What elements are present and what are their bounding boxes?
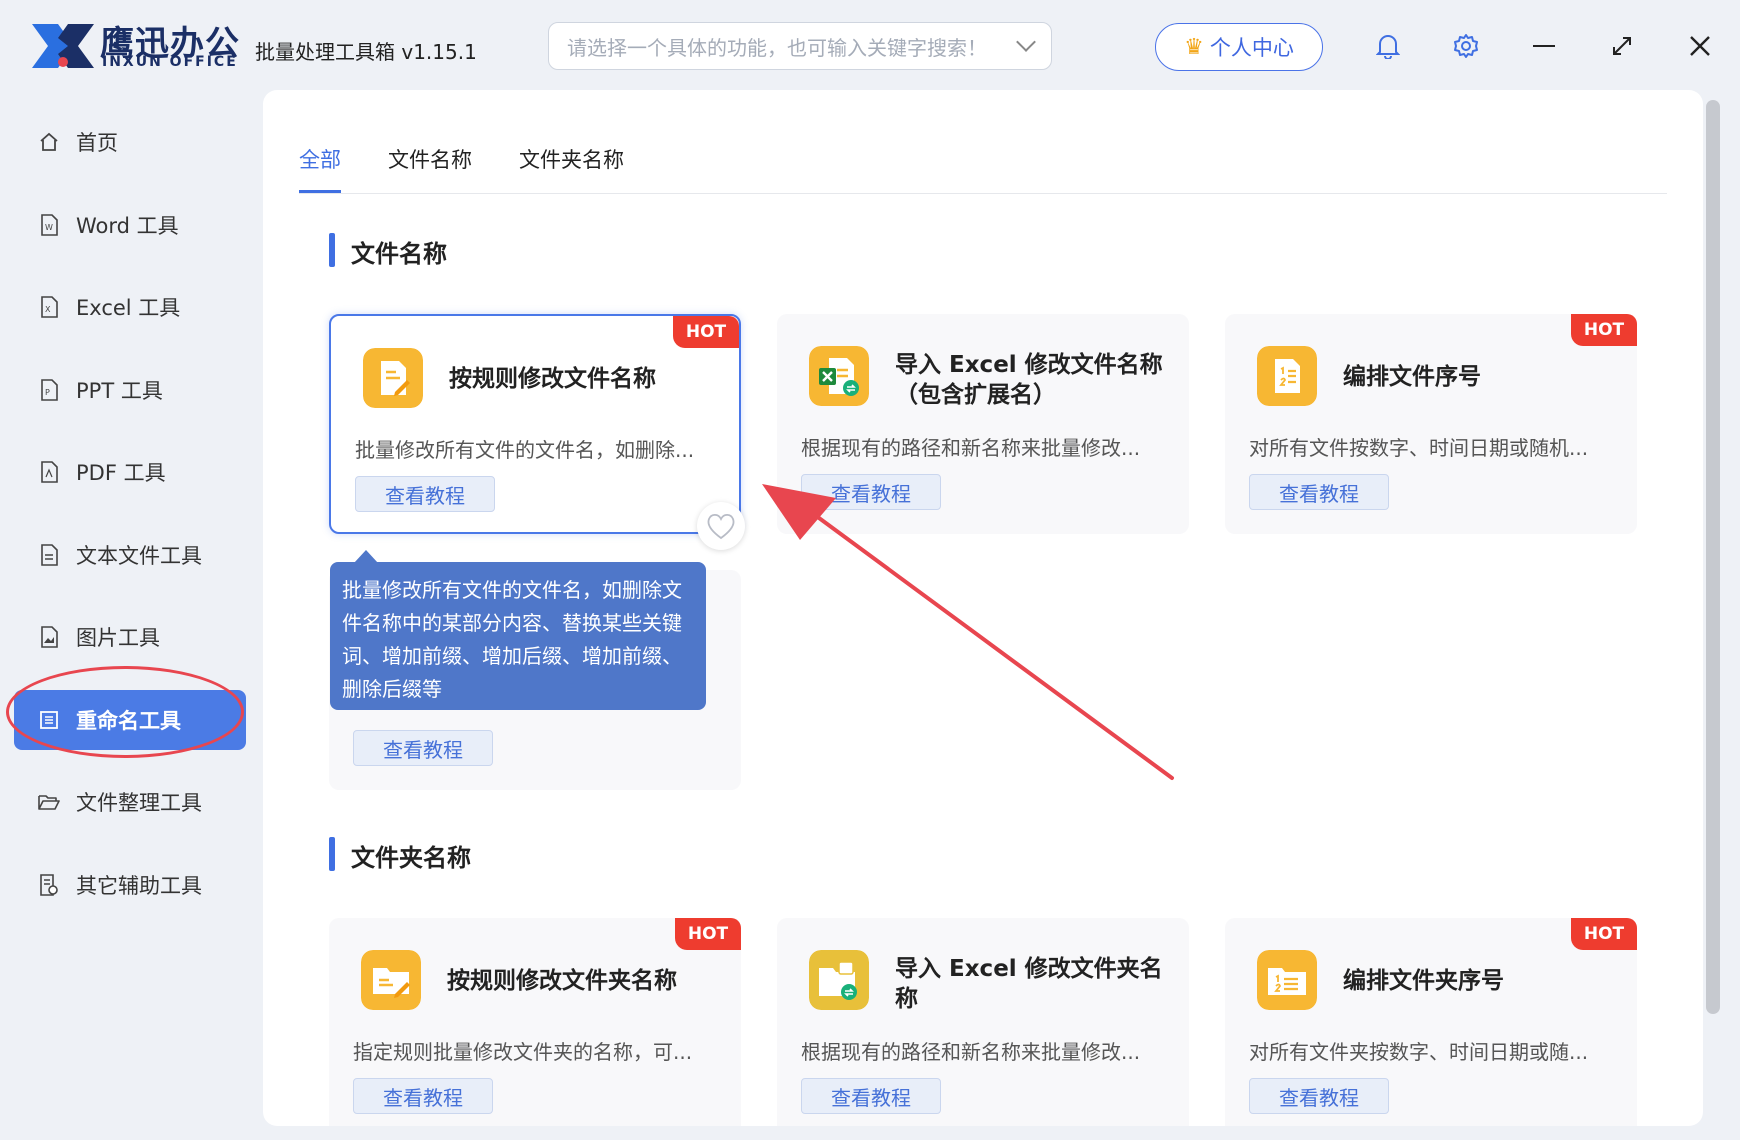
card-number-files[interactable]: HOT 编排文件序号 对所有文件按数字、时间日期或随机... 查看教程 [1225, 314, 1637, 534]
card-description: 根据现有的路径和新名称来批量修改... [801, 436, 1141, 460]
section-title-file-name: 文件名称 [351, 240, 447, 268]
gear-icon[interactable] [1448, 28, 1484, 64]
sidebar-item-label: 其它辅助工具 [76, 874, 202, 898]
view-tutorial-button[interactable]: 查看教程 [1249, 474, 1389, 510]
card-description: 根据现有的路径和新名称来批量修改... [801, 1040, 1141, 1064]
brand-name-en: INXUN OFFICE [102, 54, 238, 70]
sidebar: 首页 W Word 工具 X Excel 工具 P PPT 工具 PDF 工具 … [0, 92, 250, 1140]
sidebar-item-text-file[interactable]: 文本文件工具 [14, 525, 246, 585]
view-tutorial-button[interactable]: 查看教程 [1249, 1078, 1389, 1114]
close-icon[interactable] [1682, 28, 1718, 64]
svg-text:X: X [45, 305, 51, 314]
sidebar-item-label: 图片工具 [76, 626, 160, 650]
image-file-icon [38, 625, 60, 649]
favorite-heart-icon[interactable] [697, 502, 745, 550]
view-tutorial-button[interactable]: 查看教程 [353, 730, 493, 766]
folder-import-icon [809, 950, 869, 1010]
sidebar-item-word[interactable]: W Word 工具 [14, 195, 246, 255]
pdf-file-icon [38, 460, 60, 484]
sidebar-item-label: 文本文件工具 [76, 544, 202, 568]
card-title: 按规则修改文件名称 [449, 366, 656, 392]
sidebar-item-label: Excel 工具 [76, 296, 181, 320]
user-center-button[interactable]: ♛ 个人中心 [1155, 23, 1323, 71]
text-file-icon [38, 543, 60, 567]
card-number-folders[interactable]: HOT 编排文件夹序号 对所有文件夹按数字、时间日期或随... 查看教程 [1225, 918, 1637, 1126]
card-description: 对所有文件夹按数字、时间日期或随... [1249, 1040, 1589, 1064]
tab-all[interactable]: 全部 [299, 144, 341, 193]
tabs-divider [299, 193, 1667, 194]
sidebar-item-home[interactable]: 首页 [14, 112, 246, 172]
card-title: 编排文件夹序号 [1343, 968, 1504, 994]
annotation-ellipse [6, 666, 244, 758]
user-center-label: 个人中心 [1209, 36, 1294, 60]
sidebar-item-label: PDF 工具 [76, 461, 166, 485]
folder-numbered-icon [1257, 950, 1317, 1010]
svg-text:P: P [45, 388, 50, 397]
card-title: 导入 Excel 修改文件夹名称 [895, 956, 1163, 1012]
sidebar-item-pdf[interactable]: PDF 工具 [14, 442, 246, 502]
minimize-icon[interactable] [1526, 28, 1562, 64]
card-tooltip: 批量修改所有文件的文件名，如删除文件名称中的某部分内容、替换某些关键词、增加前缀… [330, 562, 706, 710]
app-title: 批量处理工具箱 v1.15.1 [255, 40, 477, 64]
view-tutorial-button[interactable]: 查看教程 [801, 1078, 941, 1114]
card-rule-rename-file[interactable]: HOT 按规则修改文件名称 批量修改所有文件的文件名，如删除... 查看教程 [329, 314, 741, 534]
chevron-down-icon[interactable] [1016, 32, 1036, 52]
view-tutorial-button[interactable]: 查看教程 [353, 1078, 493, 1114]
sidebar-item-label: 首页 [76, 131, 118, 155]
word-file-icon: W [38, 213, 60, 237]
ppt-file-icon: P [38, 378, 60, 402]
sidebar-item-ppt[interactable]: P PPT 工具 [14, 360, 246, 420]
view-tutorial-button[interactable]: 查看教程 [801, 474, 941, 510]
card-rule-rename-folder[interactable]: HOT 按规则修改文件夹名称 指定规则批量修改文件夹的名称，可... 查看教程 [329, 918, 741, 1126]
card-title: 导入 Excel 修改文件名称（包含扩展名） [895, 352, 1163, 408]
tools-doc-icon [38, 873, 60, 897]
hot-badge: HOT [675, 918, 741, 950]
bell-icon[interactable] [1370, 28, 1406, 64]
folder-open-icon [38, 790, 60, 814]
search-placeholder: 请选择一个具体的功能，也可输入关键字搜索！ [567, 35, 987, 60]
card-excel-rename-folder[interactable]: 导入 Excel 修改文件夹名称 根据现有的路径和新名称来批量修改... 查看教… [777, 918, 1189, 1126]
sidebar-item-label: PPT 工具 [76, 379, 163, 403]
excel-file-icon: X [38, 295, 60, 319]
folder-edit-icon [361, 950, 421, 1010]
numbered-list-icon [1257, 346, 1317, 406]
sidebar-item-image[interactable]: 图片工具 [14, 607, 246, 667]
card-title: 编排文件序号 [1343, 364, 1481, 390]
app-logo-icon [32, 24, 94, 68]
tab-folder-name[interactable]: 文件夹名称 [519, 144, 624, 193]
home-icon [38, 130, 60, 154]
hot-badge: HOT [1571, 918, 1637, 950]
card-description: 对所有文件按数字、时间日期或随机... [1249, 436, 1589, 460]
section-title-folder-name: 文件夹名称 [351, 844, 471, 872]
tab-bar: 全部 文件名称 文件夹名称 [299, 144, 624, 193]
file-edit-icon [363, 348, 423, 408]
search-input[interactable]: 请选择一个具体的功能，也可输入关键字搜索！ [548, 22, 1052, 70]
title-bar: 鹰迅办公 INXUN OFFICE 批量处理工具箱 v1.15.1 请选择一个具… [0, 0, 1740, 92]
sidebar-item-label: 文件整理工具 [76, 791, 202, 815]
hot-badge: HOT [673, 316, 739, 348]
tab-file-name[interactable]: 文件名称 [388, 144, 472, 193]
scrollbar-thumb[interactable] [1706, 100, 1720, 1014]
card-title: 按规则修改文件夹名称 [447, 968, 677, 994]
sidebar-item-excel[interactable]: X Excel 工具 [14, 277, 246, 337]
section-accent-bar [329, 233, 335, 267]
card-description: 批量修改所有文件的文件名，如删除... [355, 438, 695, 462]
maximize-icon[interactable] [1604, 28, 1640, 64]
svg-text:W: W [45, 223, 53, 232]
sidebar-item-other[interactable]: 其它辅助工具 [14, 855, 246, 915]
hot-badge: HOT [1571, 314, 1637, 346]
card-description: 指定规则批量修改文件夹的名称，可... [353, 1040, 693, 1064]
section-accent-bar [329, 837, 335, 871]
view-tutorial-button[interactable]: 查看教程 [355, 476, 495, 512]
card-excel-rename-file[interactable]: 导入 Excel 修改文件名称（包含扩展名） 根据现有的路径和新名称来批量修改.… [777, 314, 1189, 534]
crown-icon: ♛ [1184, 34, 1204, 60]
sidebar-item-label: Word 工具 [76, 214, 179, 238]
excel-import-icon [809, 346, 869, 406]
sidebar-item-file-organize[interactable]: 文件整理工具 [14, 772, 246, 832]
